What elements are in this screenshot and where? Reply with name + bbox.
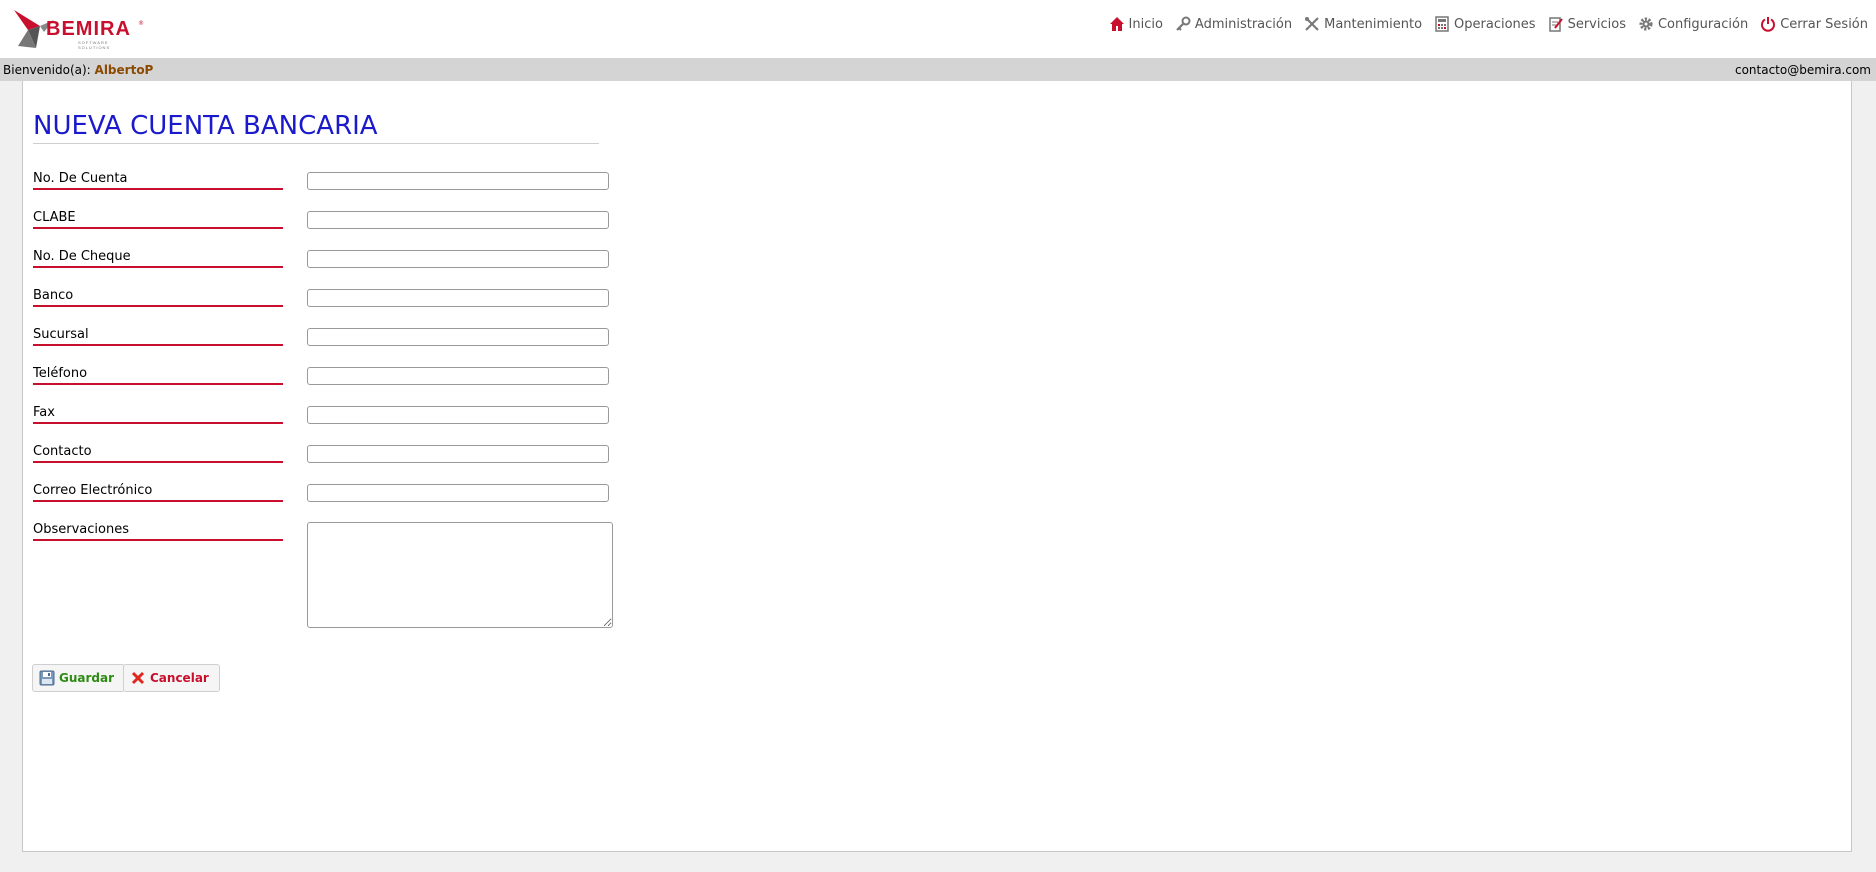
clabe-input[interactable]	[307, 211, 609, 229]
key-icon	[1176, 16, 1191, 31]
form-row-correo: Correo Electrónico	[33, 483, 613, 505]
telefono-input[interactable]	[307, 367, 609, 385]
guardar-label: Guardar	[59, 671, 115, 685]
nav-label: Administración	[1194, 16, 1293, 32]
field-label: Correo Electrónico	[33, 483, 283, 502]
cancelar-label: Cancelar	[150, 671, 209, 685]
gear-icon	[1639, 17, 1653, 31]
nav-label: Inicio	[1128, 16, 1163, 32]
document-edit-icon	[1548, 17, 1563, 32]
nav-label: Mantenimiento	[1324, 16, 1423, 32]
field-label: No. De Cuenta	[33, 171, 283, 190]
close-icon	[131, 671, 145, 685]
form-row-sucursal: Sucursal	[33, 327, 613, 349]
calculator-icon	[1435, 16, 1449, 32]
welcome-label: Bienvenido(a):	[3, 63, 91, 77]
main-nav: Inicio Administración Mantenimiento Oper…	[1097, 16, 1868, 32]
cuenta-input[interactable]	[307, 172, 609, 190]
form-row-cuenta: No. De Cuenta	[33, 171, 613, 193]
tools-icon	[1305, 17, 1319, 31]
nav-label: Operaciones	[1454, 16, 1536, 32]
nav-label: Configuración	[1657, 16, 1749, 32]
field-label: Contacto	[33, 444, 283, 463]
observaciones-textarea[interactable]	[307, 522, 613, 628]
cancelar-button[interactable]: Cancelar	[123, 664, 220, 692]
form-row-contacto: Contacto	[33, 444, 613, 466]
field-label: Sucursal	[33, 327, 283, 346]
nav-item-inicio[interactable]: Inicio	[1109, 16, 1163, 32]
form-panel: NUEVA CUENTA BANCARIA No. De Cuenta CLAB…	[22, 81, 1852, 852]
nav-label: Cerrar Sesión	[1780, 16, 1868, 32]
nav-item-administracion[interactable]: Administración	[1175, 16, 1292, 32]
header: BEMIRA ® SOFTWARE SOLUTIONS Inicio Admin…	[0, 0, 1876, 58]
page-title: NUEVA CUENTA BANCARIA	[33, 111, 599, 144]
form-row-telefono: Teléfono	[33, 366, 613, 388]
field-label: Teléfono	[33, 366, 283, 385]
form-row-clabe: CLABE	[33, 210, 613, 232]
form-row-banco: Banco	[33, 288, 613, 310]
home-icon	[1109, 17, 1124, 31]
power-icon	[1761, 17, 1776, 32]
welcome-bar: Bienvenido(a): AlbertoP contacto@bemira.…	[0, 58, 1876, 81]
form-row-observaciones: Observaciones	[33, 522, 613, 628]
field-label: Fax	[33, 405, 283, 424]
nav-item-servicios[interactable]: Servicios	[1548, 16, 1626, 32]
logo-subtitle: SOFTWARE SOLUTIONS	[78, 40, 111, 50]
nav-item-configuracion[interactable]: Configuración	[1638, 16, 1748, 32]
nav-label: Servicios	[1567, 16, 1626, 32]
field-label: CLABE	[33, 210, 283, 229]
cheque-input[interactable]	[307, 250, 609, 268]
nav-item-cerrar-sesion[interactable]: Cerrar Sesión	[1760, 16, 1868, 32]
correo-input[interactable]	[307, 484, 609, 502]
welcome-message: Bienvenido(a): AlbertoP	[3, 63, 153, 77]
bemira-logo[interactable]: BEMIRA ® SOFTWARE SOLUTIONS	[10, 6, 144, 52]
form-row-cheque: No. De Cheque	[33, 249, 613, 271]
fax-input[interactable]	[307, 406, 609, 424]
field-label: Observaciones	[33, 522, 283, 541]
logo-text: BEMIRA	[46, 18, 131, 40]
floppy-disk-icon	[39, 670, 55, 686]
field-label: Banco	[33, 288, 283, 307]
guardar-button[interactable]: Guardar	[32, 664, 126, 692]
contact-email[interactable]: contacto@bemira.com	[1735, 63, 1871, 77]
form-row-fax: Fax	[33, 405, 613, 427]
nav-item-operaciones[interactable]: Operaciones	[1434, 16, 1536, 32]
nav-item-mantenimiento[interactable]: Mantenimiento	[1304, 16, 1422, 32]
username: AlbertoP	[94, 63, 154, 77]
field-label: No. De Cheque	[33, 249, 283, 268]
logo-registered-mark: ®	[138, 20, 144, 27]
banco-input[interactable]	[307, 289, 609, 307]
sucursal-input[interactable]	[307, 328, 609, 346]
contacto-input[interactable]	[307, 445, 609, 463]
